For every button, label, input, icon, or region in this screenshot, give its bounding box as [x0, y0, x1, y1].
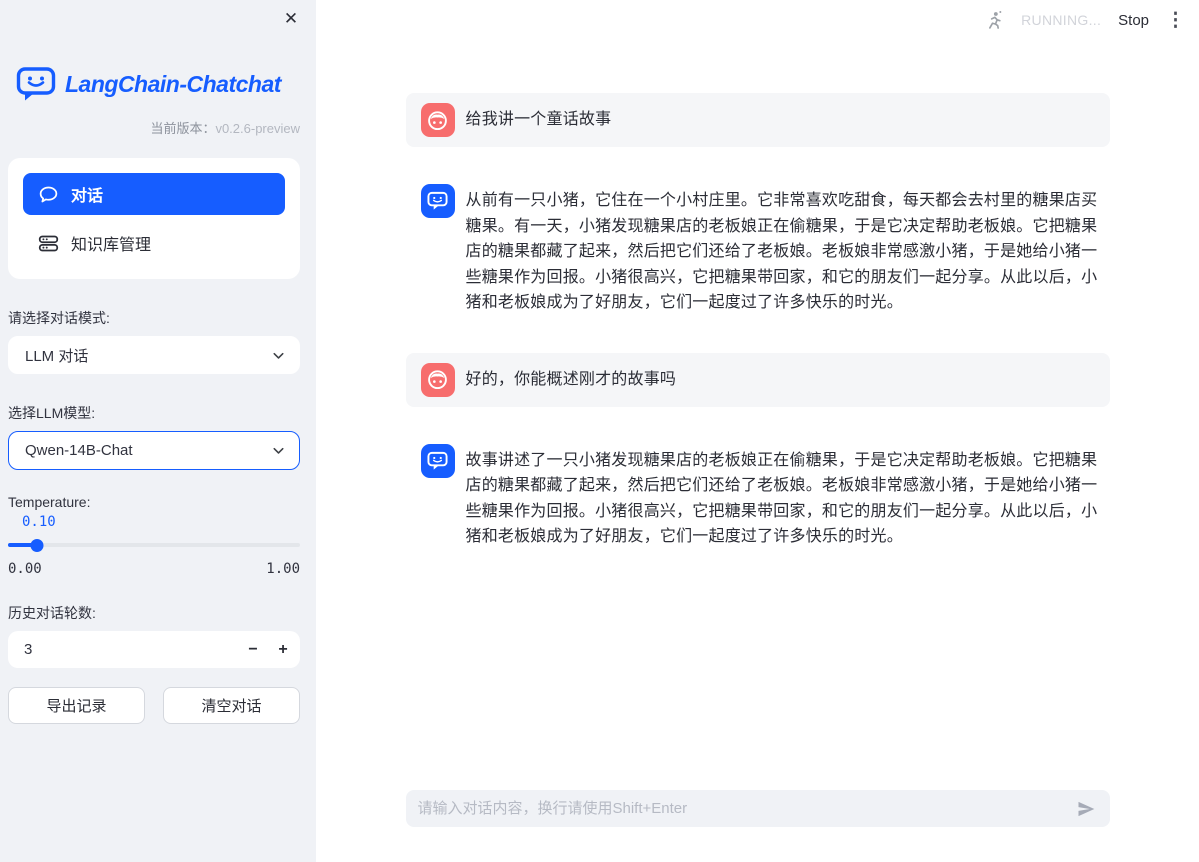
plus-icon: + [278, 641, 287, 658]
assistant-avatar [421, 184, 455, 218]
version-label: 当前版本： [150, 121, 215, 136]
chat-message-assistant: 故事讲述了一只小猪发现糖果店的老板娘正在偷糖果，于是它决定帮助老板娘。它把糖果店… [406, 437, 1110, 557]
history-rounds-value: 3 [24, 641, 32, 658]
dialog-mode-value: LLM 对话 [25, 345, 88, 366]
chat-message-text: 好的，你能概述刚才的故事吗 [466, 367, 677, 393]
llm-model-value: Qwen-14B-Chat [25, 442, 133, 459]
chat-message-text: 给我讲一个童话故事 [466, 107, 612, 133]
temperature-slider-track[interactable] [8, 543, 300, 547]
app-logo: LangChain-Chatchat [16, 66, 300, 102]
temperature-label: Temperature: [8, 494, 300, 510]
chevron-down-icon [270, 442, 287, 459]
close-icon: ✕ [284, 9, 298, 28]
temperature-slider[interactable] [8, 539, 300, 551]
version-value: v0.2.6-preview [215, 121, 300, 136]
sidebar-actions: 导出记录 清空对话 [8, 687, 300, 724]
chat-message-user: 给我讲一个童话故事 [406, 93, 1110, 147]
llm-model-label: 选择LLM模型: [8, 403, 300, 423]
history-rounds-input[interactable]: 3 − + [8, 631, 300, 668]
running-status-text: RUNNING... [1021, 12, 1101, 28]
version-info: 当前版本：v0.2.6-preview [8, 118, 300, 137]
nav-card: 对话 知识库管理 [8, 158, 300, 279]
stop-button[interactable]: Stop [1118, 12, 1149, 29]
chat-input[interactable] [418, 800, 1074, 817]
temperature-value: 0.10 [22, 514, 300, 530]
temperature-max: 1.00 [266, 561, 300, 577]
temperature-min: 0.00 [8, 561, 42, 577]
dialog-mode-label: 请选择对话模式: [8, 308, 300, 328]
nav-item-knowledge-base-label: 知识库管理 [71, 231, 151, 255]
chevron-down-icon [270, 347, 287, 364]
llm-model-select[interactable]: Qwen-14B-Chat [8, 431, 300, 470]
dialog-mode-select[interactable]: LLM 对话 [8, 336, 300, 374]
clear-dialogue-button[interactable]: 清空对话 [163, 687, 300, 724]
nav-item-dialogue-label: 对话 [71, 182, 103, 206]
temperature-range: 0.00 1.00 [8, 561, 300, 577]
increment-button[interactable]: + [268, 631, 298, 668]
server-icon [38, 233, 59, 254]
history-rounds-label: 历史对话轮数: [8, 603, 300, 623]
logo-chat-bubble-icon [16, 66, 56, 102]
sidebar: ✕ LangChain-Chatchat 当前版本：v0.2.6-preview… [0, 0, 316, 862]
decrement-button[interactable]: − [238, 631, 268, 668]
chat-input-bar [406, 790, 1110, 827]
sidebar-close-button[interactable]: ✕ [280, 8, 302, 30]
temperature-slider-thumb[interactable] [31, 539, 44, 552]
chat-message-text: 从前有一只小猪，它住在一个小村庄里。它非常喜欢吃甜食，每天都会去村里的糖果店买糖… [466, 188, 1100, 316]
chat-message-assistant: 从前有一只小猪，它住在一个小村庄里。它非常喜欢吃甜食，每天都会去村里的糖果店买糖… [406, 177, 1110, 323]
chat-message-user: 好的，你能概述刚才的故事吗 [406, 353, 1110, 407]
send-button[interactable] [1074, 797, 1098, 821]
app-title: LangChain-Chatchat [65, 71, 281, 98]
chat-history: 给我讲一个童话故事 从前有一只小猪，它住在一个小村庄里。它非常喜欢吃甜食，每天都… [406, 0, 1110, 557]
main-area: RUNNING... Stop ⋮ 给我讲一个童话故事 [316, 0, 1199, 862]
nav-item-dialogue[interactable]: 对话 [23, 173, 285, 215]
chat-bubble-icon [38, 184, 59, 205]
overflow-menu-button[interactable]: ⋮ [1166, 11, 1185, 30]
status-bar: RUNNING... Stop ⋮ [984, 0, 1199, 40]
send-icon [1076, 799, 1096, 819]
chat-message-text: 故事讲述了一只小猪发现糖果店的老板娘正在偷糖果，于是它决定帮助老板娘。它把糖果店… [466, 448, 1100, 550]
user-avatar [421, 103, 455, 137]
vertical-dots-icon: ⋮ [1166, 10, 1185, 31]
running-person-icon [984, 10, 1004, 30]
export-history-button[interactable]: 导出记录 [8, 687, 145, 724]
nav-item-knowledge-base[interactable]: 知识库管理 [23, 222, 285, 264]
minus-icon: − [248, 641, 257, 658]
user-avatar [421, 363, 455, 397]
assistant-avatar [421, 444, 455, 478]
